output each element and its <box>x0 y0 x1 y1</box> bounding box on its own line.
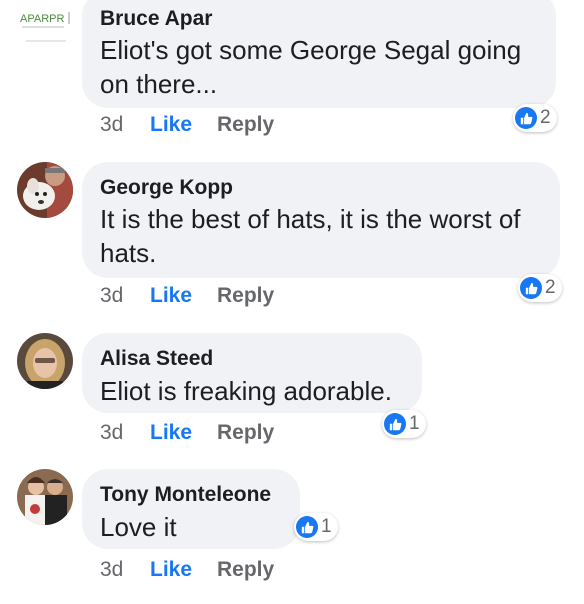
comment-bubble: Tony Monteleone Love it <box>82 469 300 549</box>
avatar-logo-text: APARPR <box>20 13 64 25</box>
avatar[interactable]: APARPR <box>18 0 74 44</box>
avatar[interactable] <box>17 162 73 218</box>
comment-bubble: Bruce Apar Eliot's got some George Segal… <box>82 0 556 108</box>
reaction-count[interactable]: 2 <box>513 104 557 132</box>
reply-button[interactable]: Reply <box>217 421 274 445</box>
comment-author[interactable]: George Kopp <box>100 176 233 200</box>
comment-timestamp[interactable]: 3d <box>100 113 123 137</box>
like-button[interactable]: Like <box>150 558 192 582</box>
reply-button[interactable]: Reply <box>217 558 274 582</box>
reaction-number: 2 <box>545 277 556 298</box>
thumbs-up-icon <box>296 516 318 538</box>
thumbs-up-icon <box>515 107 537 129</box>
comment-text: Love it <box>100 512 177 542</box>
reply-button[interactable]: Reply <box>217 113 274 137</box>
reply-button[interactable]: Reply <box>217 284 274 308</box>
reaction-count[interactable]: 1 <box>382 410 426 438</box>
reaction-count[interactable]: 1 <box>294 513 338 541</box>
avatar-photo <box>17 333 73 389</box>
comment-text: Eliot is freaking adorable. <box>100 376 392 406</box>
aparpr-logo: APARPR <box>18 0 74 44</box>
comment-timestamp[interactable]: 3d <box>100 421 123 445</box>
reaction-number: 2 <box>540 107 551 128</box>
thumbs-up-icon <box>520 277 542 299</box>
reaction-number: 1 <box>321 516 332 537</box>
like-button[interactable]: Like <box>150 421 192 445</box>
comment-author[interactable]: Alisa Steed <box>100 347 213 371</box>
reaction-count[interactable]: 2 <box>518 274 562 302</box>
like-button[interactable]: Like <box>150 284 192 308</box>
thumbs-up-icon <box>384 413 406 435</box>
avatar-photo <box>17 162 73 218</box>
comment-author[interactable]: Bruce Apar <box>100 7 212 31</box>
like-button[interactable]: Like <box>150 113 192 137</box>
comment-text: Eliot's got some George Segal going on t… <box>100 35 522 99</box>
comment-timestamp[interactable]: 3d <box>100 284 123 308</box>
comment-timestamp[interactable]: 3d <box>100 558 123 582</box>
comment-text: It is the best of hats, it is the worst … <box>100 204 521 268</box>
avatar[interactable] <box>17 333 73 389</box>
comment-bubble: Alisa Steed Eliot is freaking adorable. <box>82 333 422 413</box>
comment-bubble: George Kopp It is the best of hats, it i… <box>82 162 560 278</box>
comment-author[interactable]: Tony Monteleone <box>100 483 271 507</box>
reaction-number: 1 <box>409 413 420 434</box>
avatar[interactable] <box>17 469 73 525</box>
avatar-photo <box>17 469 73 525</box>
